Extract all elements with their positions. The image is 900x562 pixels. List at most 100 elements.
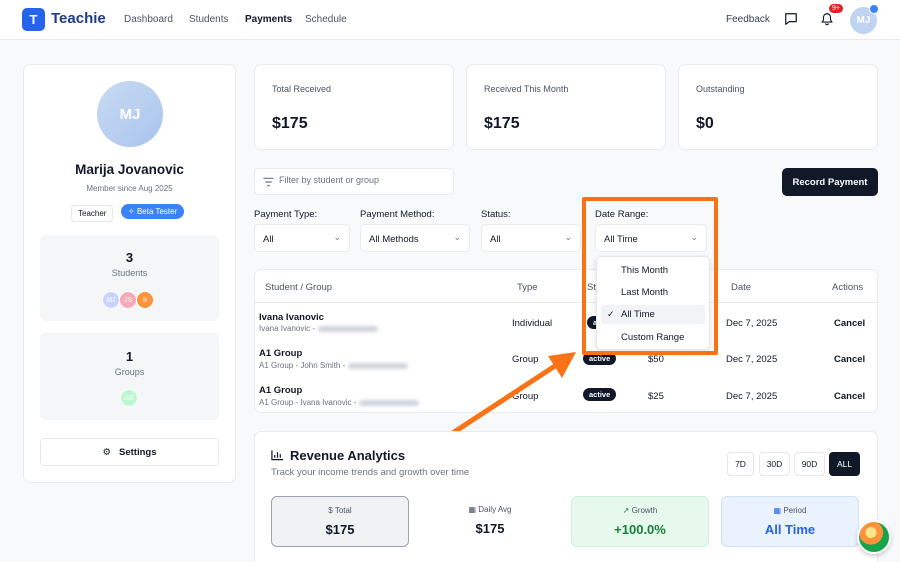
range-90d-button[interactable]: 90D <box>794 452 825 476</box>
calendar-icon: ▦ <box>468 505 479 514</box>
metric-received-this-month: Received This Month $175 <box>466 64 666 150</box>
nav-students[interactable]: Students <box>189 14 228 25</box>
stat-card-label-text: Total <box>334 506 352 515</box>
payment-type-label: Payment Type: <box>254 209 318 220</box>
student-avatar: JS <box>119 291 137 309</box>
gear-icon: ⚙ <box>102 446 112 458</box>
stat-card-total: $ Total $175 <box>271 496 409 547</box>
stat-card-value: $175 <box>325 522 355 537</box>
bell-icon[interactable] <box>820 12 834 26</box>
top-navbar: T Teachie Dashboard Students Payments Sc… <box>0 0 900 40</box>
range-30d-button[interactable]: 30D <box>759 452 790 476</box>
date-range-label: Date Range: <box>595 209 649 220</box>
payment-type-select[interactable]: All ⌄ <box>254 224 350 252</box>
row-sub-text: A1 Group - John Smith - <box>259 361 346 370</box>
chevron-down-icon: ⌄ <box>333 232 341 242</box>
dropdown-option-all-time[interactable]: ✓ All Time <box>601 305 705 324</box>
feedback-link[interactable]: Feedback <box>726 14 770 25</box>
select-value: All <box>263 234 274 245</box>
metric-label: Total Received <box>272 84 332 94</box>
metric-value: $175 <box>484 115 520 132</box>
redacted-email <box>318 325 379 332</box>
chevron-down-icon: ⌄ <box>690 232 698 242</box>
analytics-subtitle: Track your income trends and growth over… <box>271 467 470 478</box>
nav-dashboard[interactable]: Dashboard <box>124 14 173 25</box>
row-sub-text: Ivana Ivanovic - <box>259 324 316 333</box>
role-tag-teacher: Teacher <box>71 205 114 222</box>
row-sub-text: A1 Group - Ivana Ivanovic - <box>259 398 357 407</box>
stat-card-growth: ↗ Growth +100.0% <box>571 496 709 547</box>
stat-card-daily-avg: ▦ Daily Avg $175 <box>421 496 559 547</box>
filter-icon <box>263 177 274 187</box>
stat-card-value: +100.0% <box>614 522 666 537</box>
row-sub: A1 Group - John Smith - <box>259 361 409 370</box>
app-name[interactable]: Teachie <box>51 10 106 27</box>
cancel-button[interactable]: Cancel <box>834 354 865 365</box>
date-range-select[interactable]: All Time ⌄ <box>595 224 707 252</box>
group-avatar: AG <box>120 389 138 407</box>
metric-outstanding: Outstanding $0 <box>678 64 878 150</box>
redacted-email <box>348 362 409 369</box>
metric-value: $0 <box>696 115 714 132</box>
dropdown-option-this-month[interactable]: This Month <box>601 261 705 280</box>
row-sub: Ivana Ivanovic - <box>259 324 379 333</box>
stat-card-label: ↗ Growth <box>572 506 708 515</box>
groups-count: 1 <box>125 349 134 364</box>
search-field[interactable] <box>254 168 454 195</box>
divider <box>255 302 877 303</box>
logo-icon[interactable]: T <box>22 8 45 31</box>
metric-value: $175 <box>272 115 308 132</box>
groups-label: Groups <box>114 367 145 377</box>
metric-total-received: Total Received $175 <box>254 64 454 150</box>
chat-icon[interactable] <box>784 12 798 26</box>
beta-tag-label: Beta Tester <box>136 207 178 216</box>
chevron-down-icon: ⌄ <box>564 232 572 242</box>
column-header-status: St <box>587 282 596 293</box>
select-value: All Time <box>604 234 638 245</box>
avatar-status-dot <box>869 4 879 14</box>
nav-schedule[interactable]: Schedule <box>305 14 347 25</box>
date-range-dropdown: This Month Last Month ✓ All Time Custom R… <box>596 256 710 350</box>
nav-payments[interactable]: Payments <box>245 14 292 25</box>
trending-up-icon: ↗ <box>622 506 632 515</box>
student-avatar: MJ <box>102 291 120 309</box>
settings-button[interactable]: ⚙ Settings <box>40 438 219 466</box>
metric-label: Received This Month <box>484 84 569 94</box>
dropdown-option-custom-range[interactable]: Custom Range <box>601 328 705 347</box>
payment-method-select[interactable]: All Methods ⌄ <box>360 224 470 252</box>
bar-chart-icon <box>271 450 284 461</box>
row-type: Individual <box>512 318 553 329</box>
search-input[interactable] <box>279 175 449 185</box>
range-7d-button[interactable]: 7D <box>727 452 754 476</box>
role-tag-beta: ✧ Beta Tester <box>121 204 185 219</box>
students-label: Students <box>111 268 148 278</box>
cancel-button[interactable]: Cancel <box>834 318 865 329</box>
metric-label: Outstanding <box>696 84 745 94</box>
select-value: All Methods <box>369 234 419 245</box>
analytics-title: Revenue Analytics <box>290 448 406 463</box>
calendar-icon: ▦ <box>773 506 784 515</box>
stat-card-label-text: Period <box>783 506 807 515</box>
stat-card-label-text: Daily Avg <box>478 505 512 514</box>
dropdown-option-last-month[interactable]: Last Month <box>601 283 705 302</box>
cancel-button[interactable]: Cancel <box>834 391 865 402</box>
check-icon: ✓ <box>607 309 615 319</box>
assistant-launcher-icon[interactable] <box>857 520 891 554</box>
chevron-down-icon: ⌄ <box>453 232 461 242</box>
payment-method-label: Payment Method: <box>360 209 435 220</box>
sparkle-icon: ✧ <box>128 207 137 216</box>
range-all-button[interactable]: ALL <box>829 452 860 476</box>
column-header-actions: Actions <box>832 282 864 293</box>
profile-avatar: MJ <box>97 81 163 147</box>
status-select[interactable]: All ⌄ <box>481 224 581 252</box>
column-header-student-group: Student / Group <box>265 282 333 293</box>
record-payment-button[interactable]: Record Payment <box>782 168 878 196</box>
profile-name: Marija Jovanovic <box>75 162 184 177</box>
row-amount: $25 <box>648 391 664 402</box>
stat-card-label-text: Growth <box>631 506 658 515</box>
column-header-type: Type <box>517 282 538 293</box>
students-count: 3 <box>125 250 134 265</box>
row-name: A1 Group <box>259 385 303 396</box>
settings-label: Settings <box>119 446 157 458</box>
status-label: Status: <box>481 209 511 220</box>
